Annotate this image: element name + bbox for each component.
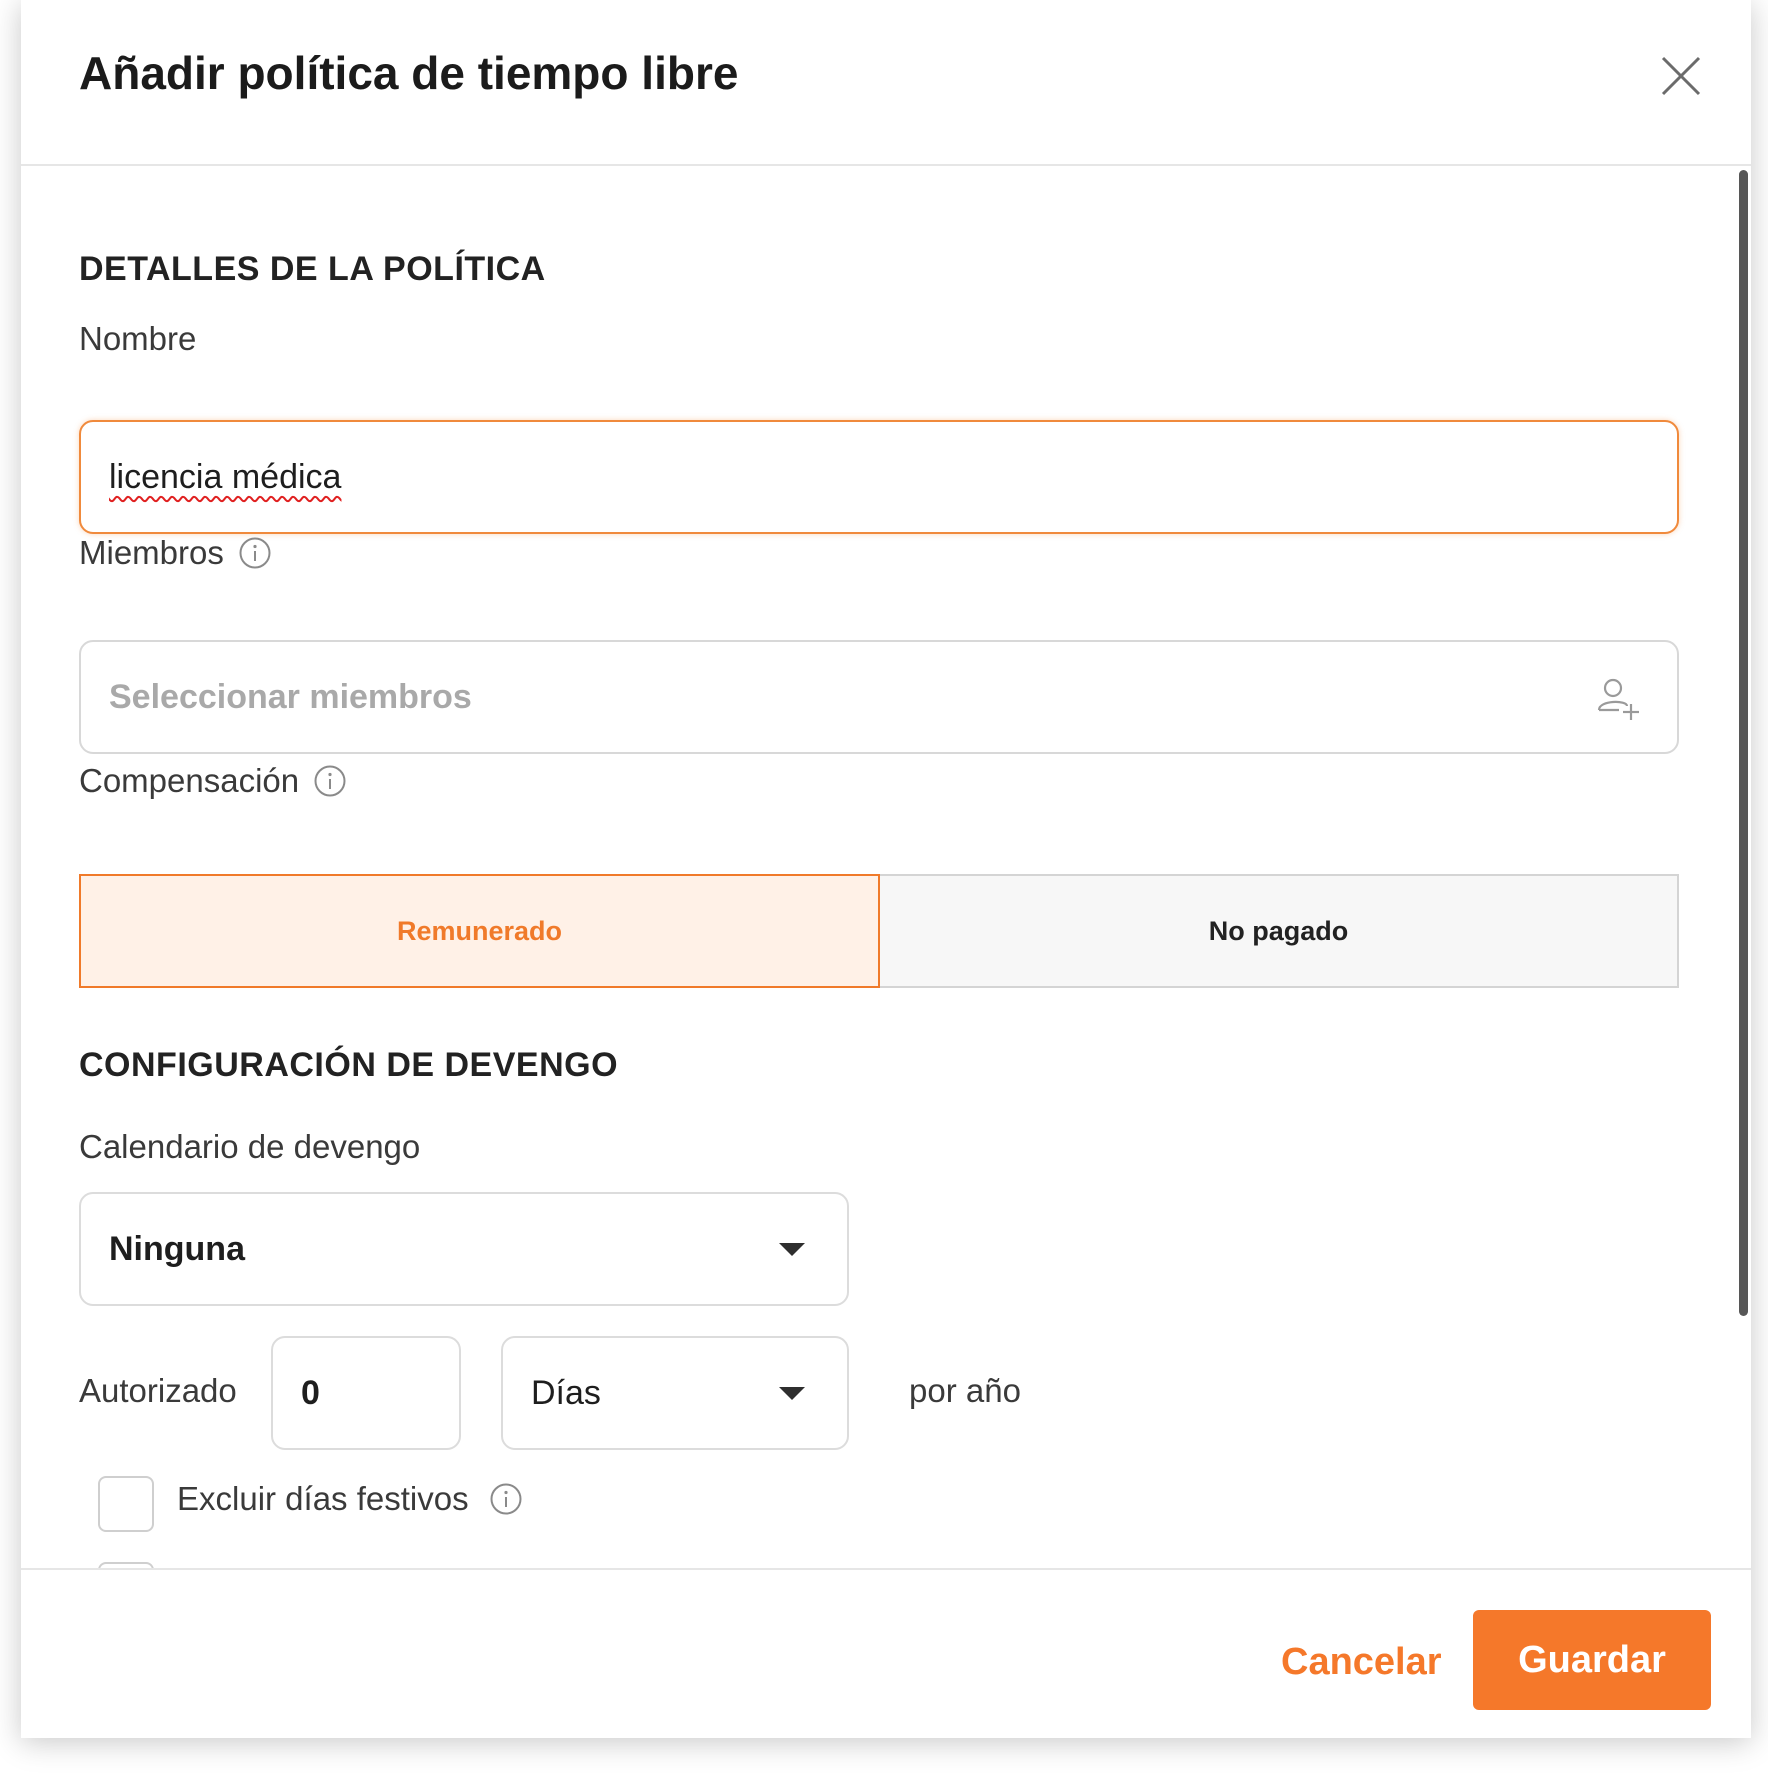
dialog-title: Añadir política de tiempo libre bbox=[79, 47, 739, 99]
compensation-unpaid-option[interactable]: No pagado bbox=[880, 874, 1679, 988]
info-icon[interactable] bbox=[489, 1482, 523, 1516]
close-button[interactable] bbox=[1657, 52, 1705, 100]
close-icon bbox=[1661, 56, 1701, 96]
chevron-down-icon bbox=[779, 1387, 805, 1400]
accrual-schedule-label-text: Calendario de devengo bbox=[79, 1128, 421, 1165]
cancel-button[interactable]: Cancelar bbox=[1281, 1612, 1442, 1712]
accrual-settings-heading: CONFIGURACIÓN DE DEVENGO bbox=[79, 1046, 619, 1084]
chevron-down-icon bbox=[779, 1243, 805, 1256]
name-label-text: Nombre bbox=[79, 320, 197, 357]
dialog-footer: Cancelar Guardar bbox=[21, 1568, 1751, 1738]
members-select-field[interactable]: Seleccionar miembros bbox=[79, 640, 1679, 754]
allowance-amount-value: 0 bbox=[301, 1373, 320, 1412]
name-field[interactable]: licencia médica bbox=[79, 420, 1679, 534]
name-label: Nombre bbox=[79, 320, 196, 358]
add-user-icon[interactable] bbox=[1595, 676, 1641, 722]
allowance-amount-input[interactable]: 0 bbox=[271, 1336, 461, 1450]
allowance-label: Autorizado bbox=[79, 1372, 237, 1409]
dialog-header: Añadir política de tiempo libre bbox=[21, 0, 1751, 166]
exclude-holidays-checkbox[interactable] bbox=[98, 1476, 154, 1532]
allowance-period: por año bbox=[909, 1372, 1021, 1409]
accrual-schedule-select[interactable]: Ninguna bbox=[79, 1192, 849, 1306]
compensation-label-text: Compensación bbox=[79, 762, 300, 799]
compensation-paid-option[interactable]: Remunerado bbox=[79, 874, 880, 988]
accrual-schedule-label: Calendario de devengo bbox=[79, 1128, 420, 1166]
save-button[interactable]: Guardar bbox=[1473, 1610, 1711, 1710]
exclude-holidays-label-text: Excluir días festivos bbox=[177, 1480, 469, 1517]
members-label-text: Miembros bbox=[79, 534, 224, 571]
compensation-toggle: Remunerado No pagado bbox=[79, 874, 1679, 988]
members-label: Miembros bbox=[79, 534, 272, 572]
time-off-policy-dialog: Añadir política de tiempo libre DETALLES… bbox=[21, 0, 1751, 1738]
exclude-holidays-label: Excluir días festivos bbox=[177, 1480, 523, 1518]
dialog-body: DETALLES DE LA POLÍTICA Nombre licencia … bbox=[21, 166, 1751, 1568]
name-value: licencia médica bbox=[109, 457, 342, 496]
info-icon[interactable] bbox=[313, 764, 347, 798]
policy-details-heading: DETALLES DE LA POLÍTICA bbox=[79, 250, 546, 288]
compensation-label: Compensación bbox=[79, 762, 347, 800]
info-icon[interactable] bbox=[238, 536, 272, 570]
allowance-unit-value: Días bbox=[531, 1373, 601, 1412]
members-placeholder: Seleccionar miembros bbox=[109, 677, 472, 716]
allowance-unit-select[interactable]: Días bbox=[501, 1336, 849, 1450]
accrual-schedule-value: Ninguna bbox=[109, 1229, 245, 1268]
